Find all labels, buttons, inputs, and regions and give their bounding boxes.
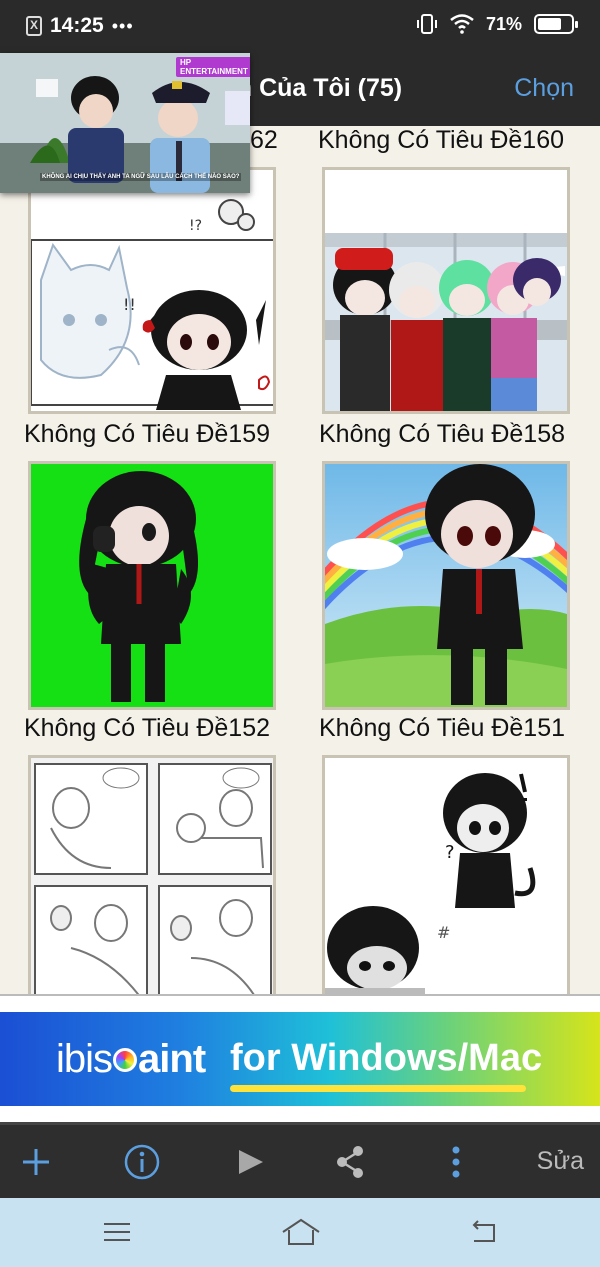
gallery-item-label: Không Có Tiêu Đề152 <box>24 714 271 742</box>
system-nav-bar <box>0 1198 600 1267</box>
gallery-thumbnail[interactable]: !? !! <box>28 167 276 414</box>
battery-percent: 71% <box>485 13 522 34</box>
share-button[interactable] <box>330 1139 370 1185</box>
back-icon <box>472 1220 495 1242</box>
notification-icon: X <box>26 16 42 36</box>
info-button[interactable] <box>120 1139 164 1185</box>
pip-video-player[interactable]: HP ENTERTAINMENT KHÔNG AI CHỊU THẤY ANH … <box>0 53 250 193</box>
add-button[interactable] <box>16 1139 56 1185</box>
gallery-item-label: Không Có Tiêu Đề158 <box>319 420 566 448</box>
home-nav-button[interactable] <box>280 1216 322 1248</box>
gallery-thumbnail[interactable] <box>28 461 276 710</box>
info-icon <box>124 1144 160 1180</box>
home-icon <box>282 1218 320 1245</box>
more-notifications-dots: ••• <box>111 15 134 36</box>
gallery-thumbnail[interactable] <box>322 167 570 414</box>
gallery-item-label: Không Có Tiêu Đề160 <box>318 126 565 154</box>
menu-icon <box>104 1223 130 1241</box>
screen: X 14:25 ••• 71% iện Của Tôi (75) Chọn 62… <box>0 0 600 1267</box>
wifi-icon <box>450 14 474 34</box>
ad-banner[interactable]: ibis aint for Windows/Mac <box>0 1012 600 1106</box>
edit-button[interactable]: Sửa <box>537 1147 584 1176</box>
play-icon <box>239 1150 263 1174</box>
status-bar: X 14:25 ••• 71% <box>0 0 600 56</box>
menu-nav-button[interactable] <box>100 1216 134 1248</box>
more-vert-icon <box>452 1146 460 1178</box>
more-button[interactable] <box>440 1139 472 1185</box>
ad-tagline: for Windows/Mac <box>230 1037 543 1079</box>
svg-text:#: # <box>437 923 450 942</box>
select-button[interactable]: Chọn <box>514 74 574 103</box>
bottom-toolbar: Sửa <box>0 1122 600 1198</box>
status-right: 71% <box>416 13 578 35</box>
ad-logo-right: aint <box>138 1037 206 1081</box>
video-brand-label: HP ENTERTAINMENT <box>176 57 250 77</box>
svg-text:!!: !! <box>123 295 136 314</box>
play-button[interactable] <box>230 1139 270 1185</box>
share-icon <box>337 1146 363 1178</box>
ad-underline <box>230 1085 526 1092</box>
gallery-item-label: Không Có Tiêu Đề159 <box>24 420 271 448</box>
svg-text:!?: !? <box>189 218 202 234</box>
status-left: X 14:25 ••• <box>26 14 134 38</box>
ad-logo: ibis aint <box>56 1037 206 1082</box>
svg-text:?: ? <box>445 842 455 863</box>
gallery-item-label-partial: 62 <box>250 126 278 154</box>
gallery-item-label: Không Có Tiêu Đề151 <box>319 714 566 742</box>
vibrate-icon <box>416 14 437 34</box>
add-icon <box>23 1149 49 1175</box>
gallery-thumbnail[interactable] <box>322 461 570 710</box>
ad-bottom-strip <box>0 1106 600 1122</box>
palette-icon <box>113 1047 138 1072</box>
gallery-thumbnail[interactable]: ? # <box>322 755 570 994</box>
clock: 14:25 <box>50 14 104 37</box>
video-subtitle: KHÔNG AI CHỊU THẤY ANH TA NGỮ SAU LÂU CÁ… <box>40 173 242 181</box>
battery-icon <box>534 14 578 34</box>
back-nav-button[interactable] <box>466 1216 500 1248</box>
ad-logo-left: ibis <box>56 1037 113 1081</box>
gallery-grid: 62 Không Có Tiêu Đề160 !? !! Không Có Ti… <box>0 126 600 994</box>
battery-fill <box>538 18 561 30</box>
gallery-thumbnail[interactable] <box>28 755 276 994</box>
ad-divider <box>0 994 600 1012</box>
